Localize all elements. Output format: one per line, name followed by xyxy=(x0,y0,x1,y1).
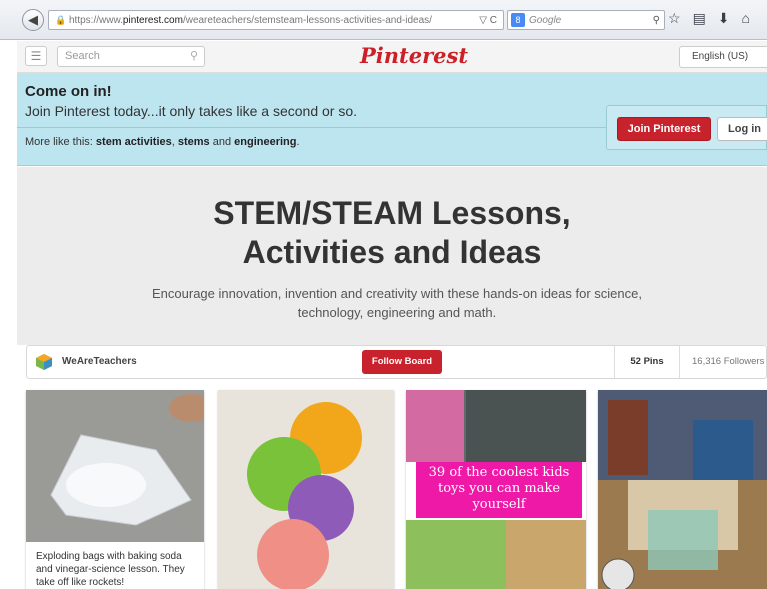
pin-card[interactable]: Exploding bags with baking soda and vine… xyxy=(26,390,204,589)
followers-count[interactable]: 16,316 Followers xyxy=(692,346,764,378)
divider xyxy=(17,127,607,128)
address-bar[interactable]: 🔒 https://www.pinterest.com/weareteacher… xyxy=(48,10,504,30)
browser-search-field[interactable]: 8 Google ⚲ xyxy=(507,10,665,30)
banner-title: Come on in! xyxy=(25,83,112,100)
reload-icon[interactable]: ▽ C xyxy=(479,15,497,26)
related-link[interactable]: engineering xyxy=(234,136,296,148)
banner-subtitle: Join Pinterest today...it only takes lik… xyxy=(25,103,358,119)
language-select[interactable]: English (US) xyxy=(679,46,767,68)
related-topics: More like this: stem activities, stems a… xyxy=(25,136,300,148)
search-icon: ⚲ xyxy=(189,50,198,62)
home-icon[interactable]: ⌂ xyxy=(742,10,750,27)
google-icon: 8 xyxy=(511,13,525,27)
clipboard-icon[interactable]: ▤ xyxy=(693,10,706,27)
back-arrow-icon: ◀ xyxy=(28,12,38,27)
pin-caption: Exploding bags with baking soda and vine… xyxy=(36,551,185,588)
search-input[interactable]: Search ⚲ xyxy=(57,46,205,67)
download-icon[interactable]: ⬇ xyxy=(718,10,730,27)
log-in-button[interactable]: Log in xyxy=(717,117,767,141)
pin-image xyxy=(598,390,767,589)
pin-card[interactable]: 39 of the coolest kids toys you can make… xyxy=(406,390,586,589)
pins-count[interactable]: 52 Pins xyxy=(614,346,680,378)
pin-card[interactable] xyxy=(218,390,394,589)
pinterest-header: ☰ Search ⚲ Pinterest English (US) xyxy=(17,41,767,73)
lock-icon: 🔒 xyxy=(55,14,67,25)
back-button[interactable]: ◀ xyxy=(22,9,44,31)
board-title: STEM/STEAM Lessons, Activities and Ideas xyxy=(213,195,571,270)
board-info-bar: WeAreTeachers Follow Board 52 Pins 16,31… xyxy=(26,345,767,379)
owner-avatar[interactable] xyxy=(35,353,53,371)
owner-name[interactable]: WeAreTeachers xyxy=(62,356,137,367)
star-icon[interactable]: ☆ xyxy=(668,10,681,27)
pin-image xyxy=(26,390,204,542)
pin-card[interactable] xyxy=(598,390,767,589)
pin-image xyxy=(218,390,394,589)
browser-toolbar: ◀ 🔒 https://www.pinterest.com/weareteach… xyxy=(0,0,767,40)
board-description: Encourage innovation, invention and crea… xyxy=(152,286,642,320)
url-text: https://www.pinterest.com/weareteachers/… xyxy=(69,14,432,26)
login-box: Join Pinterest Log in xyxy=(606,105,767,150)
signup-banner: Come on in! Join Pinterest today...it on… xyxy=(17,73,767,166)
related-link[interactable]: stems xyxy=(178,136,210,148)
pin-overlay-text: 39 of the coolest kids toys you can make… xyxy=(416,462,582,518)
join-pinterest-button[interactable]: Join Pinterest xyxy=(617,117,711,141)
board-header: STEM/STEAM Lessons, Activities and Ideas … xyxy=(17,167,767,345)
search-icon[interactable]: ⚲ xyxy=(653,15,660,26)
pinterest-logo[interactable]: Pinterest xyxy=(360,43,468,68)
menu-icon[interactable]: ☰ xyxy=(25,46,47,66)
follow-board-button[interactable]: Follow Board xyxy=(362,350,442,374)
related-link[interactable]: stem activities xyxy=(96,136,172,148)
